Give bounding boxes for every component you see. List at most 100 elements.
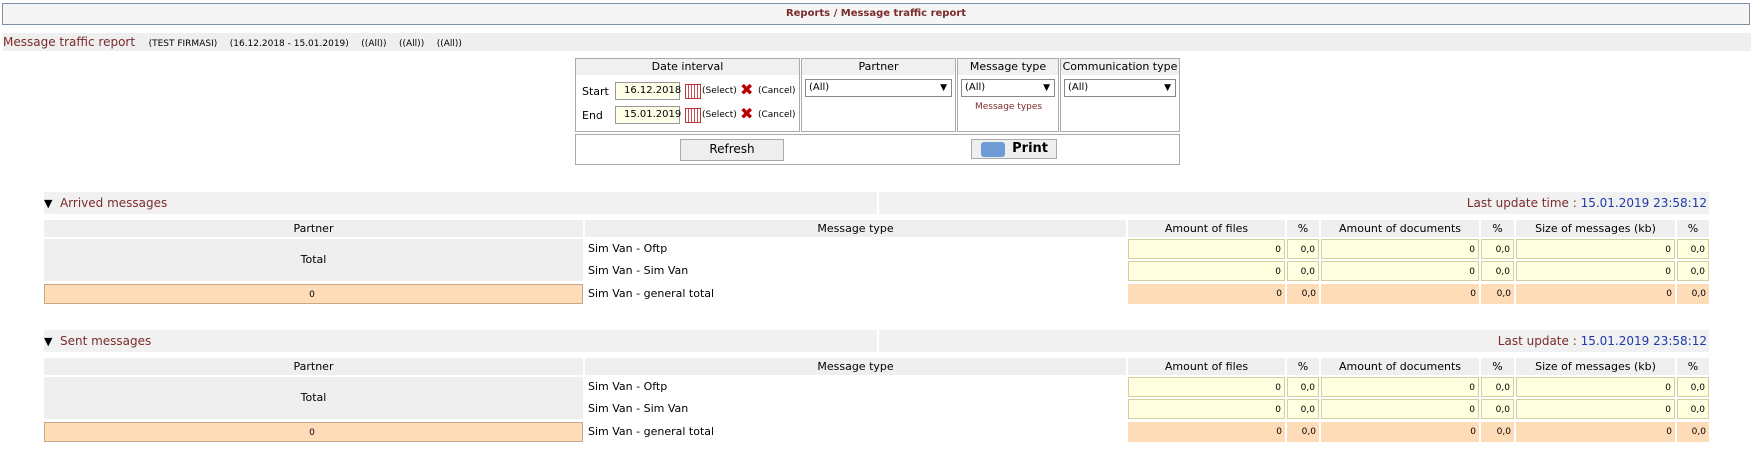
chevron-down-icon: ▼ bbox=[1164, 83, 1171, 93]
end-date-input[interactable]: 15.01.2019 bbox=[615, 106, 681, 124]
close-icon[interactable]: ✖ bbox=[740, 106, 753, 122]
col-amount-of-documents: Amount of documents bbox=[1321, 220, 1479, 237]
breadcrumb: Reports / Message traffic report bbox=[2, 3, 1750, 25]
table-row-type: Sim Van - Sim Van bbox=[588, 402, 689, 415]
page-title: Message traffic report bbox=[3, 35, 136, 49]
docs-pct-input[interactable]: 0,0 bbox=[1481, 261, 1514, 281]
sent-update-value: 15.01.2019 23:58:12 bbox=[1580, 334, 1707, 348]
general-docs-pct: 0,0 bbox=[1481, 284, 1514, 304]
sent-section-title: Sent messages bbox=[59, 334, 152, 348]
general-total-label: Sim Van - general total bbox=[588, 425, 715, 438]
collapse-triangle-icon: ▼ bbox=[44, 335, 53, 348]
col-size-of-messages: Size of messages (kb) bbox=[1516, 220, 1675, 237]
general-files-pct: 0,0 bbox=[1287, 422, 1319, 442]
general-docs-pct: 0,0 bbox=[1481, 422, 1514, 442]
files-pct-input[interactable]: 0,0 bbox=[1287, 377, 1319, 397]
docs-pct-input[interactable]: 0,0 bbox=[1481, 399, 1514, 419]
files-pct-input[interactable]: 0,0 bbox=[1287, 239, 1319, 259]
message-type-select[interactable]: (All) ▼ bbox=[961, 79, 1055, 97]
communication-type-select[interactable]: (All) ▼ bbox=[1064, 79, 1176, 97]
chevron-down-icon: ▼ bbox=[1043, 83, 1050, 93]
message-types-link[interactable]: Message types bbox=[975, 102, 1042, 112]
end-cancel-link[interactable]: (Cancel) bbox=[758, 110, 796, 120]
size-pct-input[interactable]: 0,0 bbox=[1677, 377, 1709, 397]
col-size-pct: % bbox=[1677, 220, 1709, 237]
print-button-label: Print bbox=[1012, 141, 1048, 156]
general-files-pct: 0,0 bbox=[1287, 284, 1319, 304]
actions-panel: Refresh Print bbox=[575, 134, 1180, 165]
start-date-input[interactable]: 16.12.2018 bbox=[615, 82, 681, 100]
docs-input[interactable]: 0 bbox=[1321, 377, 1479, 397]
start-label: Start bbox=[582, 85, 609, 98]
general-files: 0 bbox=[1128, 284, 1285, 304]
date-interval-panel: Date interval Start 16.12.2018 (Select) … bbox=[575, 58, 800, 132]
files-input[interactable]: 0 bbox=[1128, 239, 1285, 259]
communication-type-select-value: (All) bbox=[1068, 82, 1089, 93]
docs-pct-input[interactable]: 0,0 bbox=[1481, 239, 1514, 259]
col-message-type: Message type bbox=[585, 220, 1126, 237]
calendar-icon[interactable] bbox=[685, 108, 701, 123]
end-label: End bbox=[582, 109, 603, 122]
printer-icon bbox=[981, 142, 1005, 157]
start-select-link[interactable]: (Select) bbox=[702, 86, 737, 96]
date-interval-header: Date interval bbox=[576, 59, 799, 75]
col-amount-of-documents: Amount of documents bbox=[1321, 358, 1479, 375]
communication-type-header: Communication type bbox=[1061, 59, 1179, 75]
report-param: ((All)) bbox=[361, 39, 387, 49]
size-input[interactable]: 0 bbox=[1516, 399, 1675, 419]
table-row-type: Sim Van - Sim Van bbox=[588, 264, 689, 277]
report-param: ((All)) bbox=[436, 39, 462, 49]
col-docs-pct: % bbox=[1481, 358, 1514, 375]
print-button[interactable]: Print bbox=[971, 139, 1057, 159]
col-amount-of-files: Amount of files bbox=[1128, 358, 1285, 375]
start-cancel-link[interactable]: (Cancel) bbox=[758, 86, 796, 96]
size-input[interactable]: 0 bbox=[1516, 261, 1675, 281]
report-param: (TEST FIRMASI) bbox=[148, 39, 218, 49]
size-input[interactable]: 0 bbox=[1516, 239, 1675, 259]
col-size-of-messages: Size of messages (kb) bbox=[1516, 358, 1675, 375]
arrived-section-title: Arrived messages bbox=[59, 196, 168, 210]
general-size-pct: 0,0 bbox=[1677, 284, 1709, 304]
table-row-type: Sim Van - Oftp bbox=[588, 242, 668, 255]
size-pct-input[interactable]: 0,0 bbox=[1677, 239, 1709, 259]
message-type-header: Message type bbox=[958, 59, 1058, 75]
col-amount-of-files: Amount of files bbox=[1128, 220, 1285, 237]
files-pct-input[interactable]: 0,0 bbox=[1287, 261, 1319, 281]
col-partner: Partner bbox=[44, 358, 583, 375]
communication-type-panel: Communication type (All) ▼ bbox=[1060, 58, 1180, 132]
report-title-bar: Message traffic report (TEST FIRMASI) (1… bbox=[3, 33, 1751, 51]
files-input[interactable]: 0 bbox=[1128, 377, 1285, 397]
size-pct-input[interactable]: 0,0 bbox=[1677, 399, 1709, 419]
general-docs: 0 bbox=[1321, 284, 1479, 304]
total-label: Total bbox=[44, 239, 583, 281]
general-docs: 0 bbox=[1321, 422, 1479, 442]
message-type-select-value: (All) bbox=[965, 82, 986, 93]
docs-input[interactable]: 0 bbox=[1321, 261, 1479, 281]
arrived-update-label: Last update time : bbox=[1466, 196, 1577, 210]
calendar-icon[interactable] bbox=[685, 84, 701, 99]
docs-input[interactable]: 0 bbox=[1321, 239, 1479, 259]
docs-input[interactable]: 0 bbox=[1321, 399, 1479, 419]
sent-section-header[interactable]: ▼ Sent messages bbox=[44, 330, 877, 352]
close-icon[interactable]: ✖ bbox=[740, 82, 753, 98]
table-row-type: Sim Van - Oftp bbox=[588, 380, 668, 393]
files-pct-input[interactable]: 0,0 bbox=[1287, 399, 1319, 419]
total-label: Total bbox=[44, 377, 583, 419]
general-size: 0 bbox=[1516, 422, 1675, 442]
refresh-button[interactable]: Refresh bbox=[680, 139, 784, 161]
arrived-section-header[interactable]: ▼ Arrived messages bbox=[44, 192, 877, 214]
general-total-label: Sim Van - general total bbox=[588, 287, 715, 300]
sent-update-info: Last update : 15.01.2019 23:58:12 bbox=[879, 330, 1709, 352]
docs-pct-input[interactable]: 0,0 bbox=[1481, 377, 1514, 397]
partner-select[interactable]: (All) ▼ bbox=[805, 79, 952, 97]
general-total-partner: 0 bbox=[44, 422, 583, 442]
files-input[interactable]: 0 bbox=[1128, 261, 1285, 281]
report-param: (16.12.2018 - 15.01.2019) bbox=[229, 39, 349, 49]
end-select-link[interactable]: (Select) bbox=[702, 110, 737, 120]
size-input[interactable]: 0 bbox=[1516, 377, 1675, 397]
files-input[interactable]: 0 bbox=[1128, 399, 1285, 419]
general-size-pct: 0,0 bbox=[1677, 422, 1709, 442]
chevron-down-icon: ▼ bbox=[940, 83, 947, 93]
size-pct-input[interactable]: 0,0 bbox=[1677, 261, 1709, 281]
message-type-panel: Message type (All) ▼ Message types bbox=[957, 58, 1059, 132]
